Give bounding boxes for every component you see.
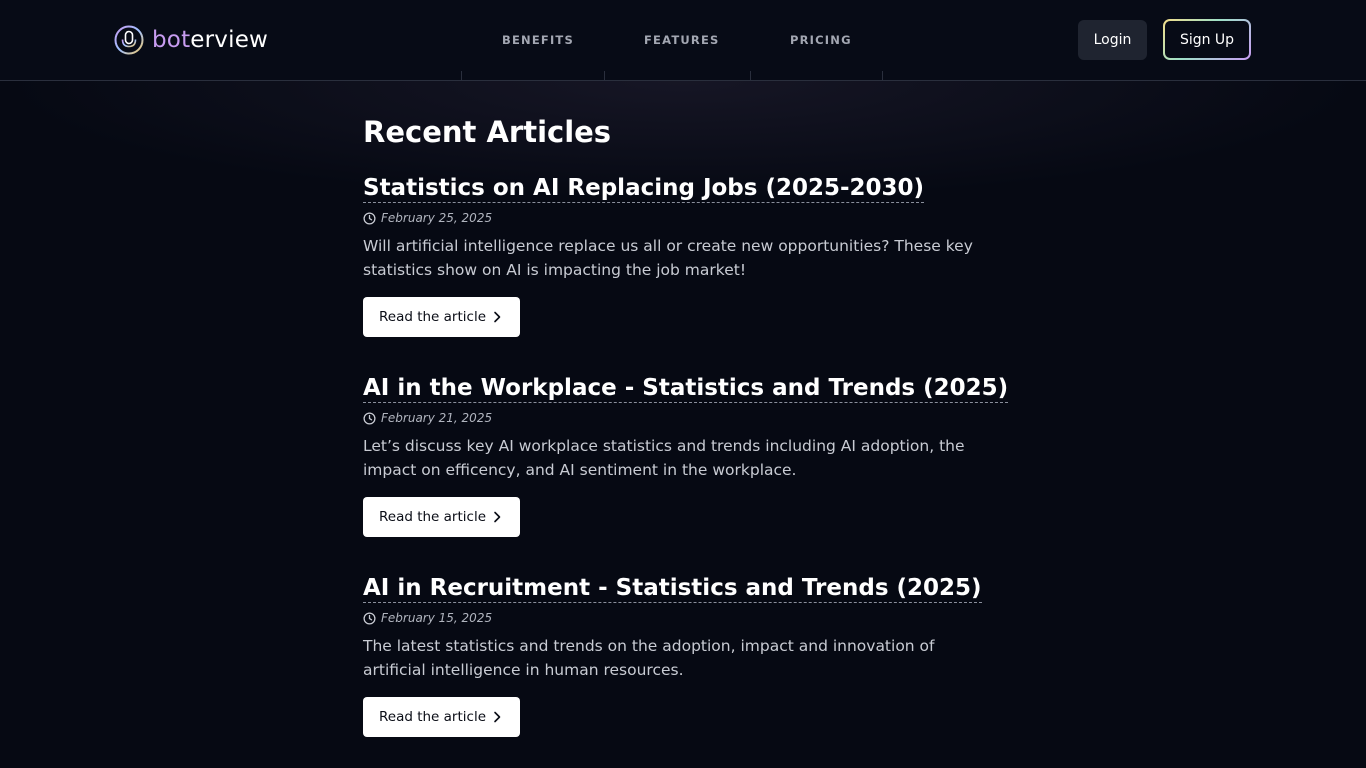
nav-divider (750, 71, 751, 81)
article-card: AI in Recruitment - Statistics and Trend… (363, 574, 983, 737)
signup-button[interactable]: Sign Up (1163, 19, 1251, 60)
brand-name: boterview (152, 27, 269, 53)
nav-divider (461, 71, 462, 81)
article-date: February 15, 2025 (363, 611, 492, 625)
clock-icon (363, 211, 376, 225)
read-article-label: Read the article (379, 709, 487, 725)
article-card: AI in the Workplace - Statistics and Tre… (363, 374, 1009, 537)
articles-section: Recent Articles Statistics on AI Replaci… (363, 112, 1009, 737)
chevron-right-icon (494, 511, 501, 523)
article-title-link[interactable]: AI in Recruitment - Statistics and Trend… (363, 574, 982, 603)
chevron-right-icon (494, 711, 501, 723)
read-article-button[interactable]: Read the article (363, 697, 520, 737)
read-article-label: Read the article (379, 309, 487, 325)
brand-logo[interactable]: boterview (114, 24, 268, 56)
microphone-icon (114, 25, 144, 55)
article-description: The latest statistics and trends on the … (363, 637, 935, 679)
clock-icon (363, 611, 376, 625)
article-date-text: February 15, 2025 (381, 611, 493, 625)
article-title-link[interactable]: Statistics on AI Replacing Jobs (2025-20… (363, 174, 925, 203)
article-card: Statistics on AI Replacing Jobs (2025-20… (363, 174, 983, 337)
page-title: Recent Articles (363, 115, 612, 149)
article-description: Will artificial intelligence replace us … (363, 237, 973, 279)
nav-divider (882, 71, 883, 81)
clock-icon (363, 411, 376, 425)
article-date: February 21, 2025 (363, 411, 492, 425)
read-article-button[interactable]: Read the article (363, 497, 520, 537)
chevron-right-icon (494, 311, 501, 323)
article-date-text: February 21, 2025 (381, 411, 493, 425)
read-article-button[interactable]: Read the article (363, 297, 520, 337)
read-article-label: Read the article (379, 509, 487, 525)
login-button[interactable]: Login (1078, 20, 1147, 60)
article-title-link[interactable]: AI in the Workplace - Statistics and Tre… (363, 374, 1009, 403)
nav-item-benefits[interactable]: BENEFITS (502, 33, 574, 47)
signup-button-label: Sign Up (1165, 21, 1249, 58)
nav-divider (604, 71, 605, 81)
article-description: Let’s discuss key AI workplace statistic… (363, 437, 965, 479)
nav-item-features[interactable]: FEATURES (644, 33, 720, 47)
nav-item-pricing[interactable]: PRICING (790, 33, 852, 47)
top-header: boterview BENEFITS FEATURES PRICING Logi… (0, 0, 1366, 81)
article-date-text: February 25, 2025 (381, 211, 493, 225)
article-date: February 25, 2025 (363, 211, 492, 225)
